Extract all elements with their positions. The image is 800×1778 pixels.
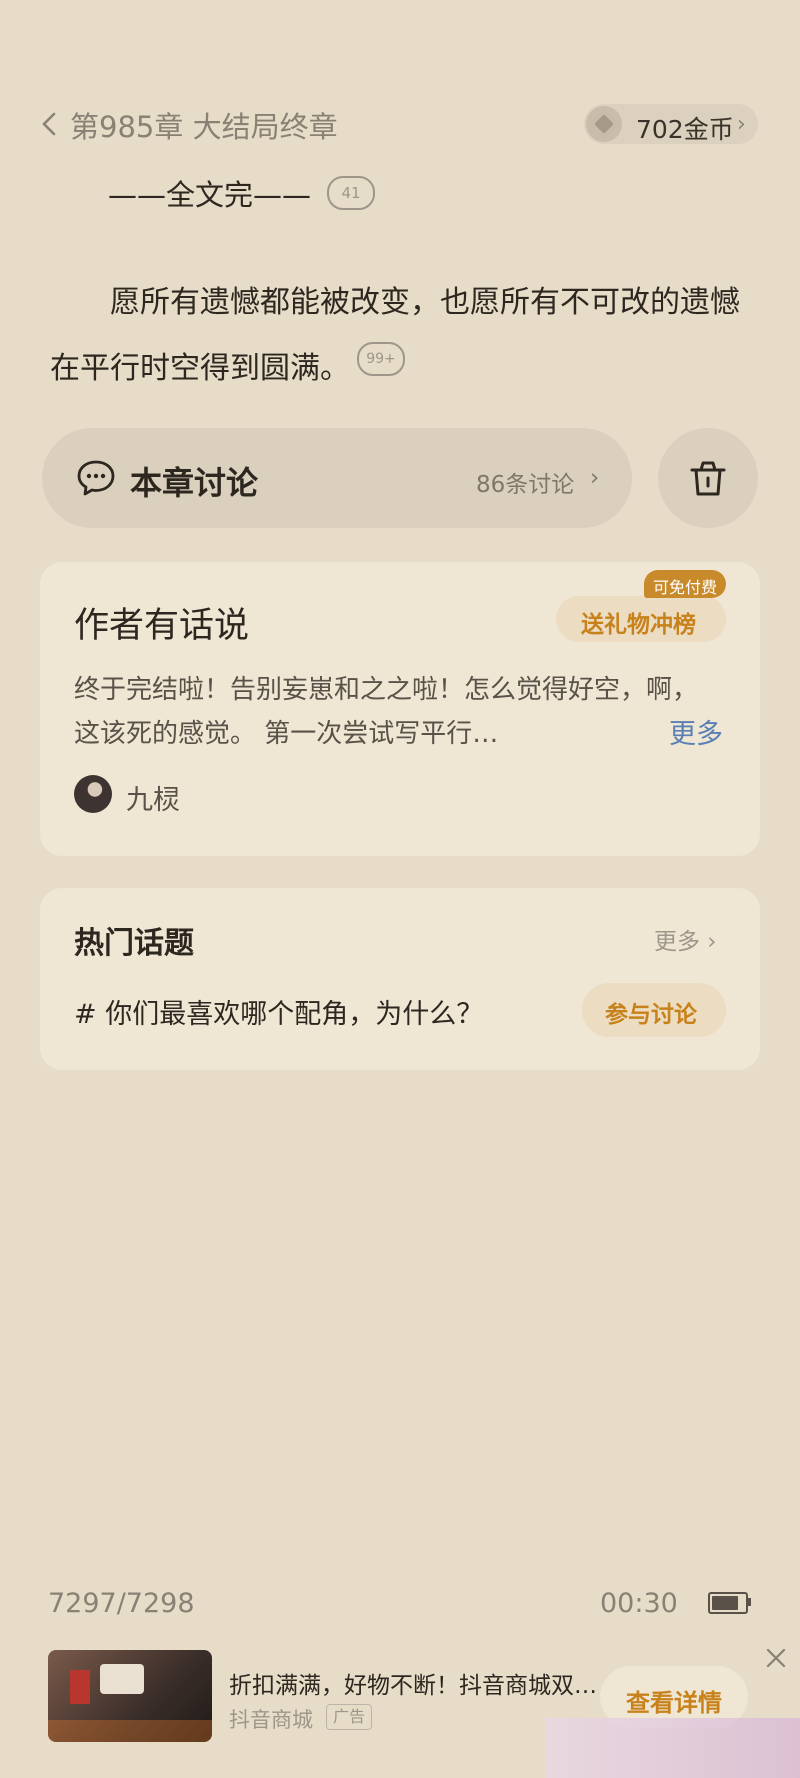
end-line: ——全文完—— — [108, 178, 312, 212]
join-discussion-label[interactable]: 参与讨论 — [605, 995, 697, 1029]
chevron-right-icon: › — [590, 465, 600, 491]
author-note-more-link[interactable]: 更多 — [669, 712, 723, 751]
hot-topics-more-link[interactable]: 更多 › — [654, 922, 717, 956]
ad-details-label[interactable]: 查看详情 — [626, 1683, 722, 1718]
ad-tag: 广告 — [326, 1704, 373, 1730]
ad-title[interactable]: 折扣满满，好物不断！抖音商城双… — [229, 1666, 597, 1700]
battery-tip — [748, 1598, 751, 1606]
trash-icon — [690, 461, 726, 496]
clock: 00:30 — [600, 1588, 678, 1619]
reading-progress: 7297/7298 — [48, 1588, 195, 1619]
author-note-title: 作者有话说 — [74, 606, 250, 646]
hot-topics-card — [40, 888, 760, 1070]
discussion-title: 本章讨论 — [130, 464, 259, 502]
paragraph-comment-bubble[interactable]: 99+ — [357, 342, 405, 376]
chevron-right-icon: › — [737, 112, 746, 137]
hot-topics-title: 热门话题 — [74, 926, 194, 961]
battery-level — [712, 1596, 738, 1610]
discussion-count: 86条讨论 — [476, 472, 575, 498]
watermark — [546, 1718, 800, 1778]
close-icon[interactable] — [764, 1646, 788, 1670]
comment-count-bubble[interactable]: 41 — [327, 176, 375, 210]
ad-brand: 抖音商城 — [229, 1708, 313, 1732]
author-name[interactable]: 九棂 — [126, 778, 180, 817]
coins-label[interactable]: 702金币 — [636, 110, 734, 146]
free-badge-label: 可免付费 — [653, 578, 718, 597]
ad-thumbnail[interactable] — [48, 1650, 212, 1742]
chat-bubble-icon — [77, 460, 115, 496]
gift-rank-label[interactable]: 送礼物冲榜 — [581, 605, 696, 639]
chevron-left-icon[interactable] — [38, 110, 60, 138]
author-note-body: 终于完结啦！告别妄崽和之之啦！怎么觉得好空，啊，这该死的感觉。 第一次尝试写平行… — [74, 675, 699, 749]
topic-item[interactable]: # 你们最喜欢哪个配角，为什么？ — [74, 992, 483, 1031]
chapter-paragraph: 愿所有遗憾都能被改变，也愿所有不可改的遗憾在平行时空得到圆满。 — [50, 285, 740, 386]
chapter-title[interactable]: 第985章 大结局终章 — [70, 104, 338, 146]
author-avatar[interactable] — [74, 775, 112, 813]
coin-icon — [586, 106, 622, 142]
